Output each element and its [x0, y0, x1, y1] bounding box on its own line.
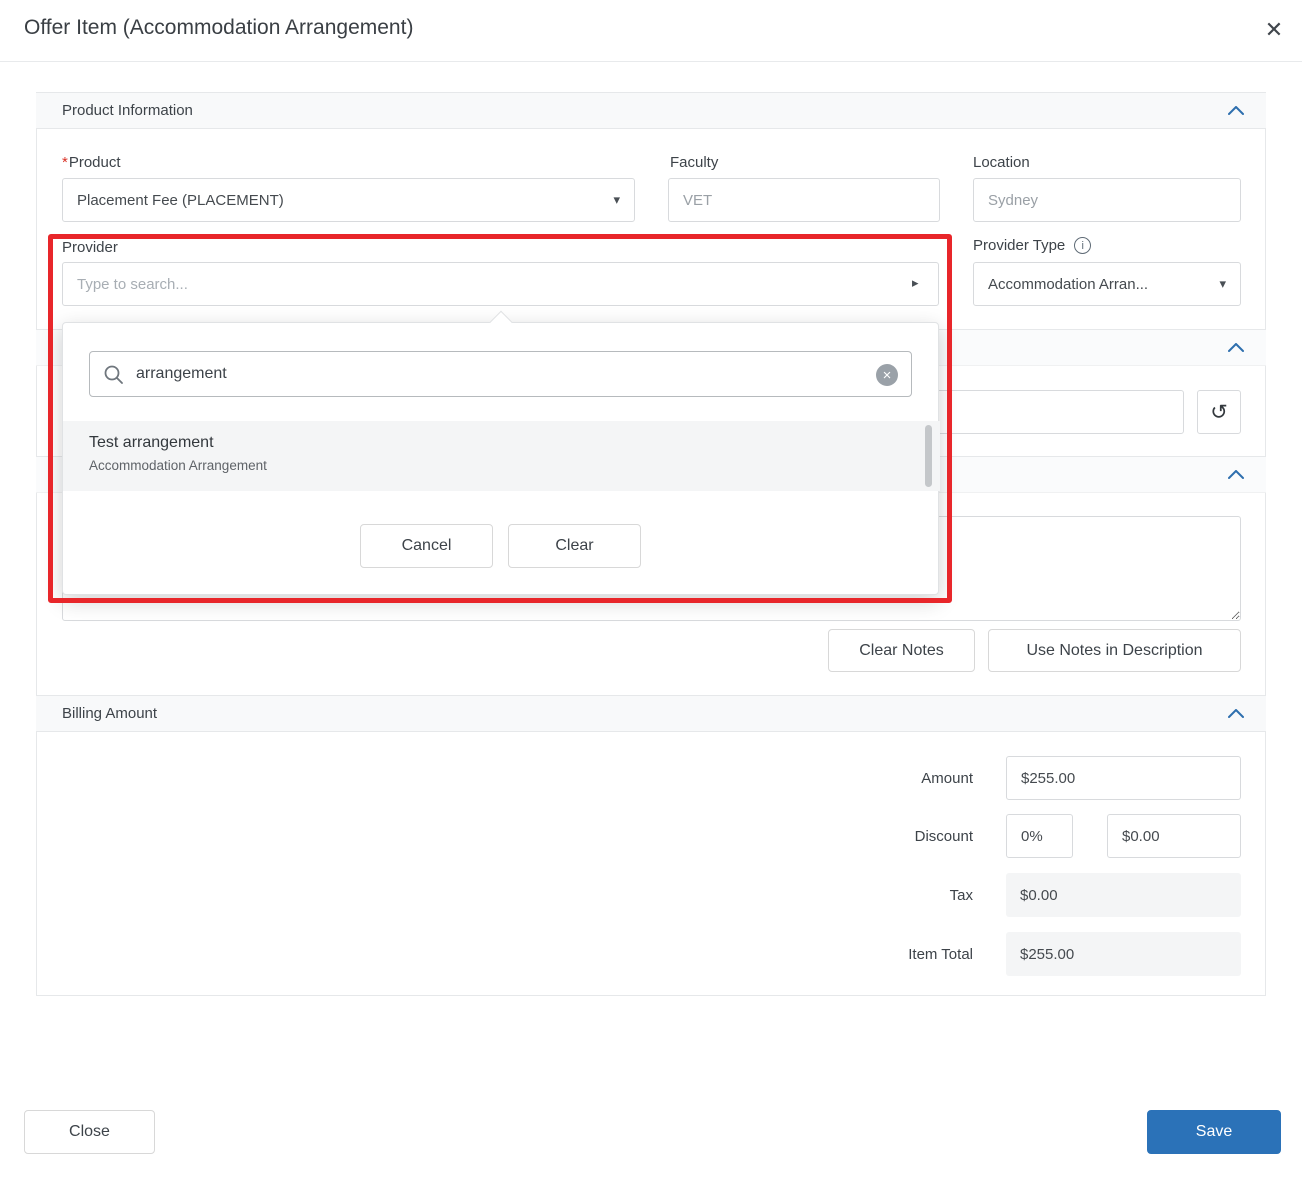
- provider-label: Provider: [62, 239, 118, 256]
- amount-input[interactable]: [1006, 756, 1241, 800]
- history-icon: ↺: [1210, 402, 1228, 423]
- search-result-item[interactable]: Test arrangement Accommodation Arrangeme…: [63, 421, 940, 491]
- product-select-value: Placement Fee (PLACEMENT): [77, 192, 284, 209]
- section-title: Billing Amount: [62, 705, 157, 722]
- info-icon[interactable]: i: [1074, 237, 1091, 254]
- discount-label: Discount: [773, 828, 973, 845]
- result-subtitle: Accommodation Arrangement: [89, 458, 940, 473]
- item-total-label: Item Total: [773, 946, 973, 963]
- close-icon[interactable]: ✕: [1256, 12, 1292, 48]
- popup-search-input[interactable]: [90, 352, 911, 396]
- cancel-button[interactable]: Cancel: [360, 524, 493, 568]
- tax-label: Tax: [773, 887, 973, 904]
- use-notes-in-description-button[interactable]: Use Notes in Description: [988, 629, 1241, 672]
- faculty-label: Faculty: [670, 154, 718, 171]
- caret-down-icon: ▾: [613, 192, 620, 208]
- discount-percent-input[interactable]: [1006, 814, 1073, 858]
- discount-amount-input[interactable]: [1107, 814, 1241, 858]
- search-icon: [103, 364, 125, 391]
- chevron-up-icon[interactable]: [1224, 702, 1248, 726]
- clear-button[interactable]: Clear: [508, 524, 641, 568]
- close-button[interactable]: Close: [24, 1110, 155, 1154]
- header-divider: [0, 61, 1302, 62]
- product-information-header: Product Information: [36, 92, 1266, 129]
- caret-right-icon[interactable]: ▸: [912, 275, 919, 291]
- provider-type-label: Provider Type i: [973, 237, 1091, 254]
- clear-notes-button[interactable]: Clear Notes: [828, 629, 975, 672]
- chevron-up-icon[interactable]: [1224, 336, 1248, 360]
- provider-search-input[interactable]: [62, 262, 939, 306]
- popup-scrollbar[interactable]: [925, 425, 932, 487]
- history-button[interactable]: ↺: [1197, 390, 1241, 434]
- billing-amount-header: Billing Amount: [36, 695, 1266, 732]
- clear-search-icon[interactable]: ×: [876, 364, 898, 386]
- amount-label: Amount: [773, 770, 973, 787]
- section-title: Product Information: [62, 102, 193, 119]
- provider-type-value: Accommodation Arran...: [988, 276, 1148, 293]
- location-label: Location: [973, 154, 1030, 171]
- chevron-up-icon[interactable]: [1224, 99, 1248, 123]
- product-select[interactable]: Placement Fee (PLACEMENT) ▾: [62, 178, 635, 222]
- offer-item-modal: Offer Item (Accommodation Arrangement) ✕…: [0, 0, 1302, 1181]
- popup-search-field: ×: [89, 351, 912, 397]
- chevron-up-icon[interactable]: [1224, 463, 1248, 487]
- provider-type-select[interactable]: Accommodation Arran... ▾: [973, 262, 1241, 306]
- product-label: *Product: [62, 154, 121, 171]
- caret-down-icon: ▾: [1219, 276, 1226, 292]
- modal-title: Offer Item (Accommodation Arrangement): [24, 16, 413, 40]
- item-total-value: $255.00: [1006, 932, 1241, 976]
- tax-value: $0.00: [1006, 873, 1241, 917]
- faculty-input: [668, 178, 940, 222]
- save-button[interactable]: Save: [1147, 1110, 1281, 1154]
- required-asterisk: *: [62, 154, 68, 171]
- location-input: [973, 178, 1241, 222]
- provider-search-popup: × Test arrangement Accommodation Arrange…: [62, 322, 939, 595]
- result-title: Test arrangement: [89, 434, 940, 452]
